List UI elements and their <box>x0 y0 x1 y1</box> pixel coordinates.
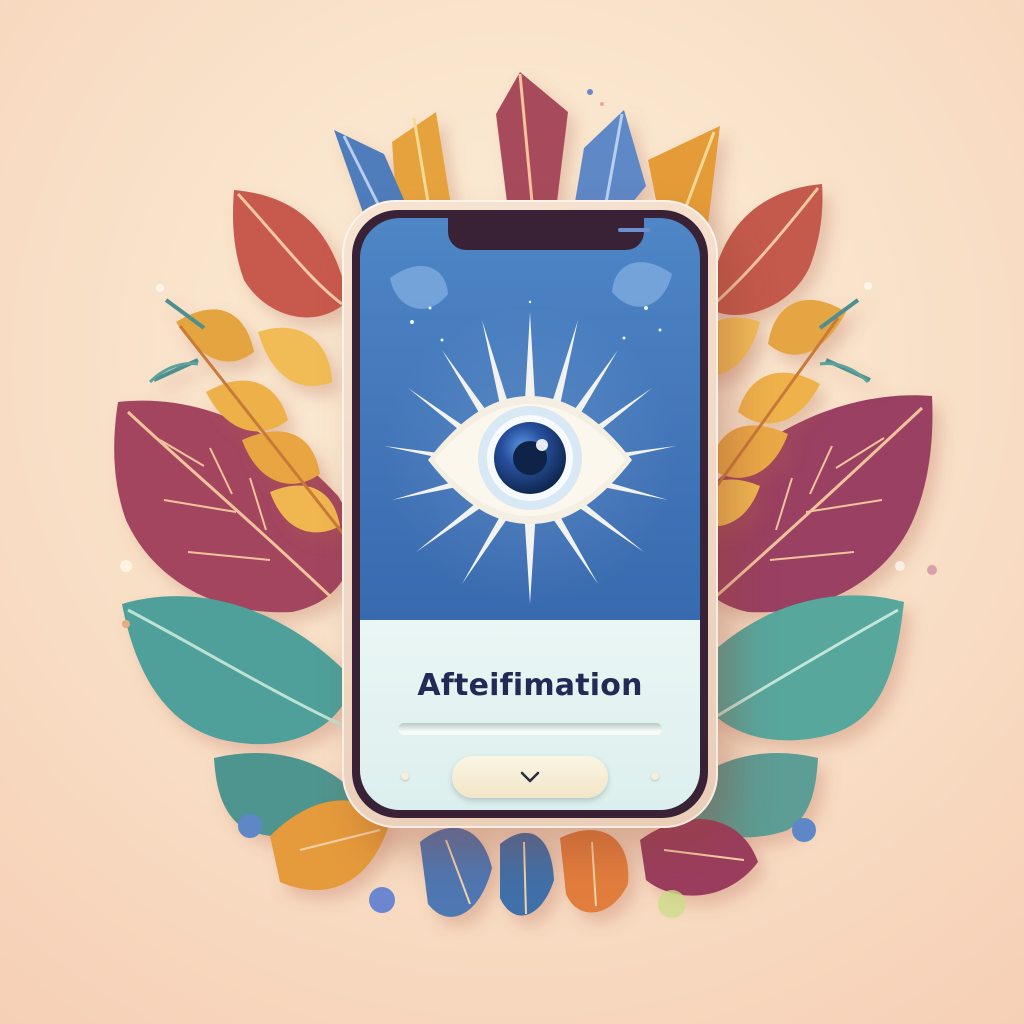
decorative-dot <box>401 772 409 780</box>
phone-bezel: Afteifimation <box>352 210 708 818</box>
expand-button[interactable] <box>452 756 608 798</box>
card-title: Afteifimation <box>417 668 643 703</box>
phone-device: Afteifimation <box>342 200 718 828</box>
text-placeholder-line <box>398 723 662 735</box>
affirmation-card: Afteifimation <box>360 620 700 810</box>
decorative-dot <box>651 772 659 780</box>
app-illustration: Afteifimation <box>0 0 1024 1024</box>
chevron-down-icon <box>520 771 540 783</box>
eye-illustration <box>380 262 680 606</box>
app-screen: Afteifimation <box>360 218 700 810</box>
